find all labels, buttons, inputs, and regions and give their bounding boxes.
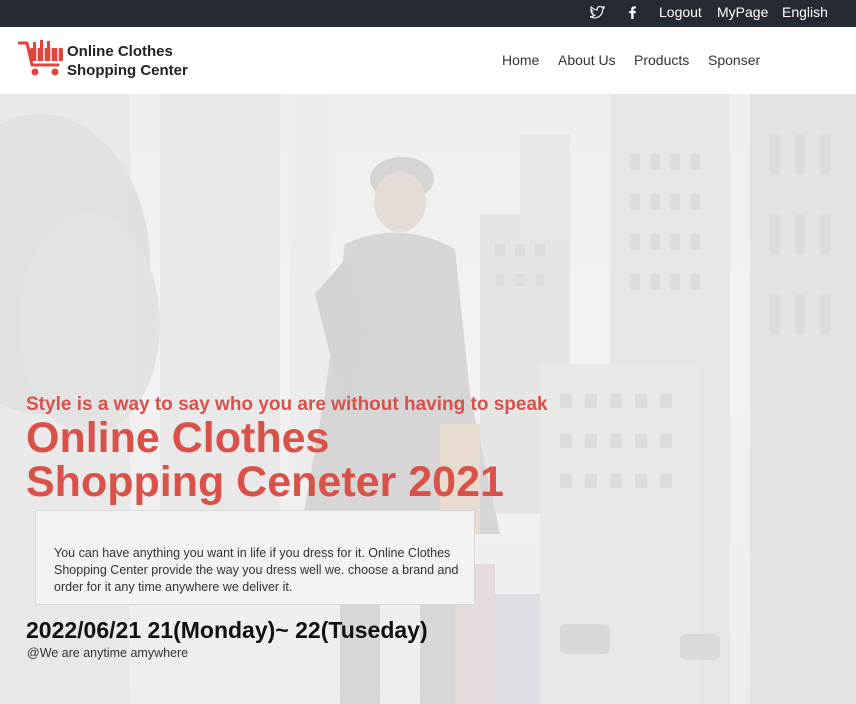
facebook-icon[interactable] [628,0,637,27]
nav-products[interactable]: Products [634,52,689,68]
brand-line-2: Shopping Center [67,62,188,79]
event-location: @We are anytime amywhere [27,646,189,660]
hero-description-card: You can have anything you want in life i… [35,510,475,605]
event-date: 2022/06/21 21(Monday)~ 22(Tuseday) [26,617,428,643]
nav-about-us[interactable]: About Us [558,52,616,68]
hero-title: Online Clothes Shopping Ceneter 2021 [26,416,504,504]
mypage-link[interactable]: MyPage [717,0,768,27]
brand-name[interactable]: Online Clothes Shopping Center [67,42,188,80]
shopping-cart-icon[interactable] [17,39,66,79]
brand-line-1: Online Clothes [67,43,173,60]
hero-title-line-2: Shopping Ceneter 2021 [26,458,504,506]
hero-title-line-1: Online Clothes [26,414,330,462]
twitter-icon[interactable] [590,0,605,27]
site-header: Online Clothes Shopping Center Home Abou… [0,27,856,94]
language-selector[interactable]: English [782,0,828,27]
logout-link[interactable]: Logout [659,0,702,27]
nav-sponser[interactable]: Sponser [708,52,760,68]
top-utility-bar: Logout MyPage English [0,0,856,27]
hero-description: You can have anything you want in life i… [54,546,459,594]
hero-banner: Style is a way to say who you are withou… [0,94,856,704]
nav-home[interactable]: Home [502,52,539,68]
hero-tagline: Style is a way to say who you are withou… [26,394,548,415]
